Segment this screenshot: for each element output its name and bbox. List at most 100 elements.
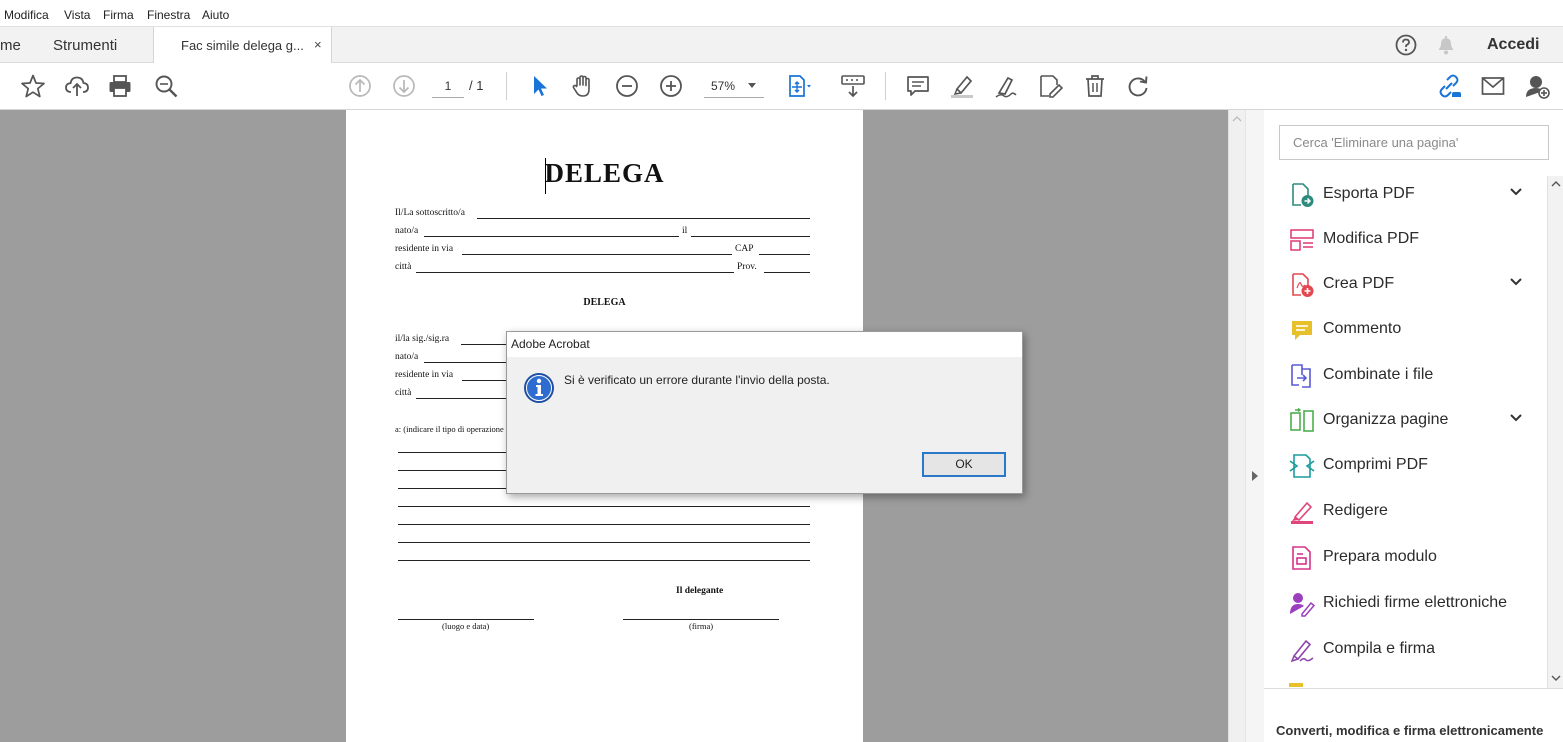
- chevron-down-icon[interactable]: [1508, 184, 1524, 200]
- tool-prepara-modulo[interactable]: Prepara modulo: [1264, 535, 1545, 581]
- select-cursor-icon[interactable]: [527, 73, 553, 99]
- document-scrollbar[interactable]: [1228, 110, 1245, 742]
- tool-commento[interactable]: Commento: [1264, 307, 1545, 353]
- tool-esporta-pdf[interactable]: Esporta PDF: [1264, 172, 1545, 218]
- export-pdf-icon: [1289, 182, 1315, 208]
- arrow-down-icon[interactable]: [391, 73, 417, 99]
- menu-firma[interactable]: Firma: [103, 8, 134, 22]
- tool-label: Comprimi PDF: [1323, 456, 1428, 473]
- tool-crea-pdf[interactable]: Crea PDF: [1264, 262, 1545, 308]
- field-line: [462, 254, 732, 255]
- field-label: il/la sig./sig.ra: [395, 334, 450, 344]
- chevron-down-icon[interactable]: [1508, 274, 1524, 290]
- panel-collapse-strip[interactable]: [1245, 110, 1264, 742]
- zoom-search-icon[interactable]: [153, 73, 179, 99]
- tool-richiedi-firme[interactable]: Richiedi firme elettroniche: [1264, 581, 1545, 627]
- toolbar-divider: [506, 72, 507, 100]
- tool-label: Organizza pagine: [1323, 411, 1449, 428]
- text-cursor: [545, 158, 546, 194]
- tab-tools[interactable]: Strumenti: [53, 37, 117, 54]
- tool-organizza-pagine[interactable]: Organizza pagine: [1264, 398, 1545, 444]
- page-number-input[interactable]: 1: [432, 76, 464, 98]
- fit-page-icon[interactable]: [786, 73, 812, 99]
- create-pdf-icon: [1289, 272, 1315, 298]
- promo-text: Converti, modifica e firma elettronicame…: [1276, 723, 1544, 738]
- field-line: [623, 619, 779, 620]
- ok-button[interactable]: OK: [922, 452, 1006, 477]
- scroll-up-icon[interactable]: [1551, 180, 1561, 187]
- bell-icon[interactable]: [1436, 34, 1456, 56]
- page-total: / 1: [469, 78, 484, 93]
- tool-combinate-file[interactable]: Combinate i file: [1264, 353, 1545, 399]
- tab-document-title: Fac simile delega g...: [181, 38, 304, 53]
- compress-pdf-icon: [1289, 453, 1315, 479]
- zoom-out-icon[interactable]: [614, 73, 640, 99]
- tab-document[interactable]: Fac simile delega g... ×: [153, 27, 332, 64]
- comment-icon[interactable]: [905, 73, 931, 99]
- print-icon[interactable]: [107, 73, 133, 99]
- close-icon[interactable]: ×: [314, 37, 322, 52]
- cloud-upload-icon[interactable]: [64, 73, 90, 99]
- edit-text-icon[interactable]: [1037, 73, 1063, 99]
- panel-divider: [1264, 688, 1563, 689]
- combine-files-icon: [1289, 363, 1315, 389]
- tool-search-input[interactable]: Cerca 'Eliminare una pagina': [1279, 125, 1549, 160]
- tool-label: Redigere: [1323, 502, 1388, 519]
- arrow-up-icon[interactable]: [347, 73, 373, 99]
- zoom-in-icon[interactable]: [658, 73, 684, 99]
- place-date-label: (luogo e data): [442, 621, 490, 631]
- operation-label: a: (indicare il tipo di operazione: [395, 424, 504, 434]
- add-user-icon[interactable]: [1524, 73, 1550, 99]
- tab-home[interactable]: me: [0, 37, 21, 54]
- field-line: [424, 236, 679, 237]
- field-line: [477, 218, 810, 219]
- organize-pages-icon: [1289, 408, 1315, 434]
- menu-bar: Modifica Vista Firma Finestra Aiuto: [0, 0, 1563, 26]
- scroll-mode-icon[interactable]: [840, 73, 866, 99]
- tool-modifica-pdf[interactable]: Modifica PDF: [1264, 217, 1545, 263]
- rotate-icon[interactable]: [1125, 73, 1151, 99]
- info-icon: [523, 372, 555, 404]
- tab-bar: me Strumenti Fac simile delega g... × Ac…: [0, 26, 1563, 64]
- field-line: [759, 254, 810, 255]
- field-label: Prov.: [737, 262, 757, 272]
- tool-label: Combinate i file: [1323, 366, 1434, 383]
- draw-icon[interactable]: [993, 73, 1019, 99]
- tool-label: Prepara modulo: [1323, 548, 1437, 565]
- tool-label: Esporta PDF: [1323, 185, 1415, 202]
- dialog-message: Si è verificato un errore durante l'invi…: [564, 373, 830, 387]
- sign-in-button[interactable]: Accedi: [1487, 36, 1539, 54]
- share-link-icon[interactable]: [1436, 73, 1462, 99]
- field-line: [398, 506, 810, 507]
- field-label: il: [682, 226, 688, 236]
- menu-aiuto[interactable]: Aiuto: [202, 8, 229, 22]
- menu-modifica[interactable]: Modifica: [4, 8, 49, 22]
- help-icon[interactable]: [1395, 34, 1417, 56]
- field-line: [691, 236, 810, 237]
- trash-icon[interactable]: [1082, 73, 1108, 99]
- chevron-right-icon[interactable]: [1251, 470, 1259, 482]
- chevron-down-icon[interactable]: [1508, 410, 1524, 426]
- tools-panel-scrollbar[interactable]: [1547, 176, 1563, 688]
- highlight-icon[interactable]: [949, 73, 975, 99]
- tool-compila-firma[interactable]: Compila e firma: [1264, 627, 1545, 673]
- mail-icon[interactable]: [1480, 73, 1506, 99]
- edit-pdf-icon: [1289, 227, 1315, 253]
- scroll-up-icon[interactable]: [1232, 115, 1242, 122]
- tool-label: Commento: [1323, 320, 1402, 337]
- tool-comprimi-pdf[interactable]: Comprimi PDF: [1264, 443, 1545, 489]
- chevron-down-icon[interactable]: [748, 83, 756, 88]
- star-icon[interactable]: [20, 73, 46, 99]
- field-label: CAP: [735, 244, 754, 254]
- field-line: [398, 560, 810, 561]
- tool-label: Modifica PDF: [1323, 230, 1420, 247]
- menu-vista[interactable]: Vista: [64, 8, 90, 22]
- tool-redigere[interactable]: Redigere: [1264, 489, 1545, 535]
- signature-label: (firma): [689, 621, 714, 631]
- field-line: [764, 272, 810, 273]
- document-title: DELEGA: [544, 158, 665, 188]
- field-label: nato/a: [395, 352, 419, 362]
- menu-finestra[interactable]: Finestra: [147, 8, 190, 22]
- hand-icon[interactable]: [570, 73, 596, 99]
- scroll-down-icon[interactable]: [1551, 675, 1561, 682]
